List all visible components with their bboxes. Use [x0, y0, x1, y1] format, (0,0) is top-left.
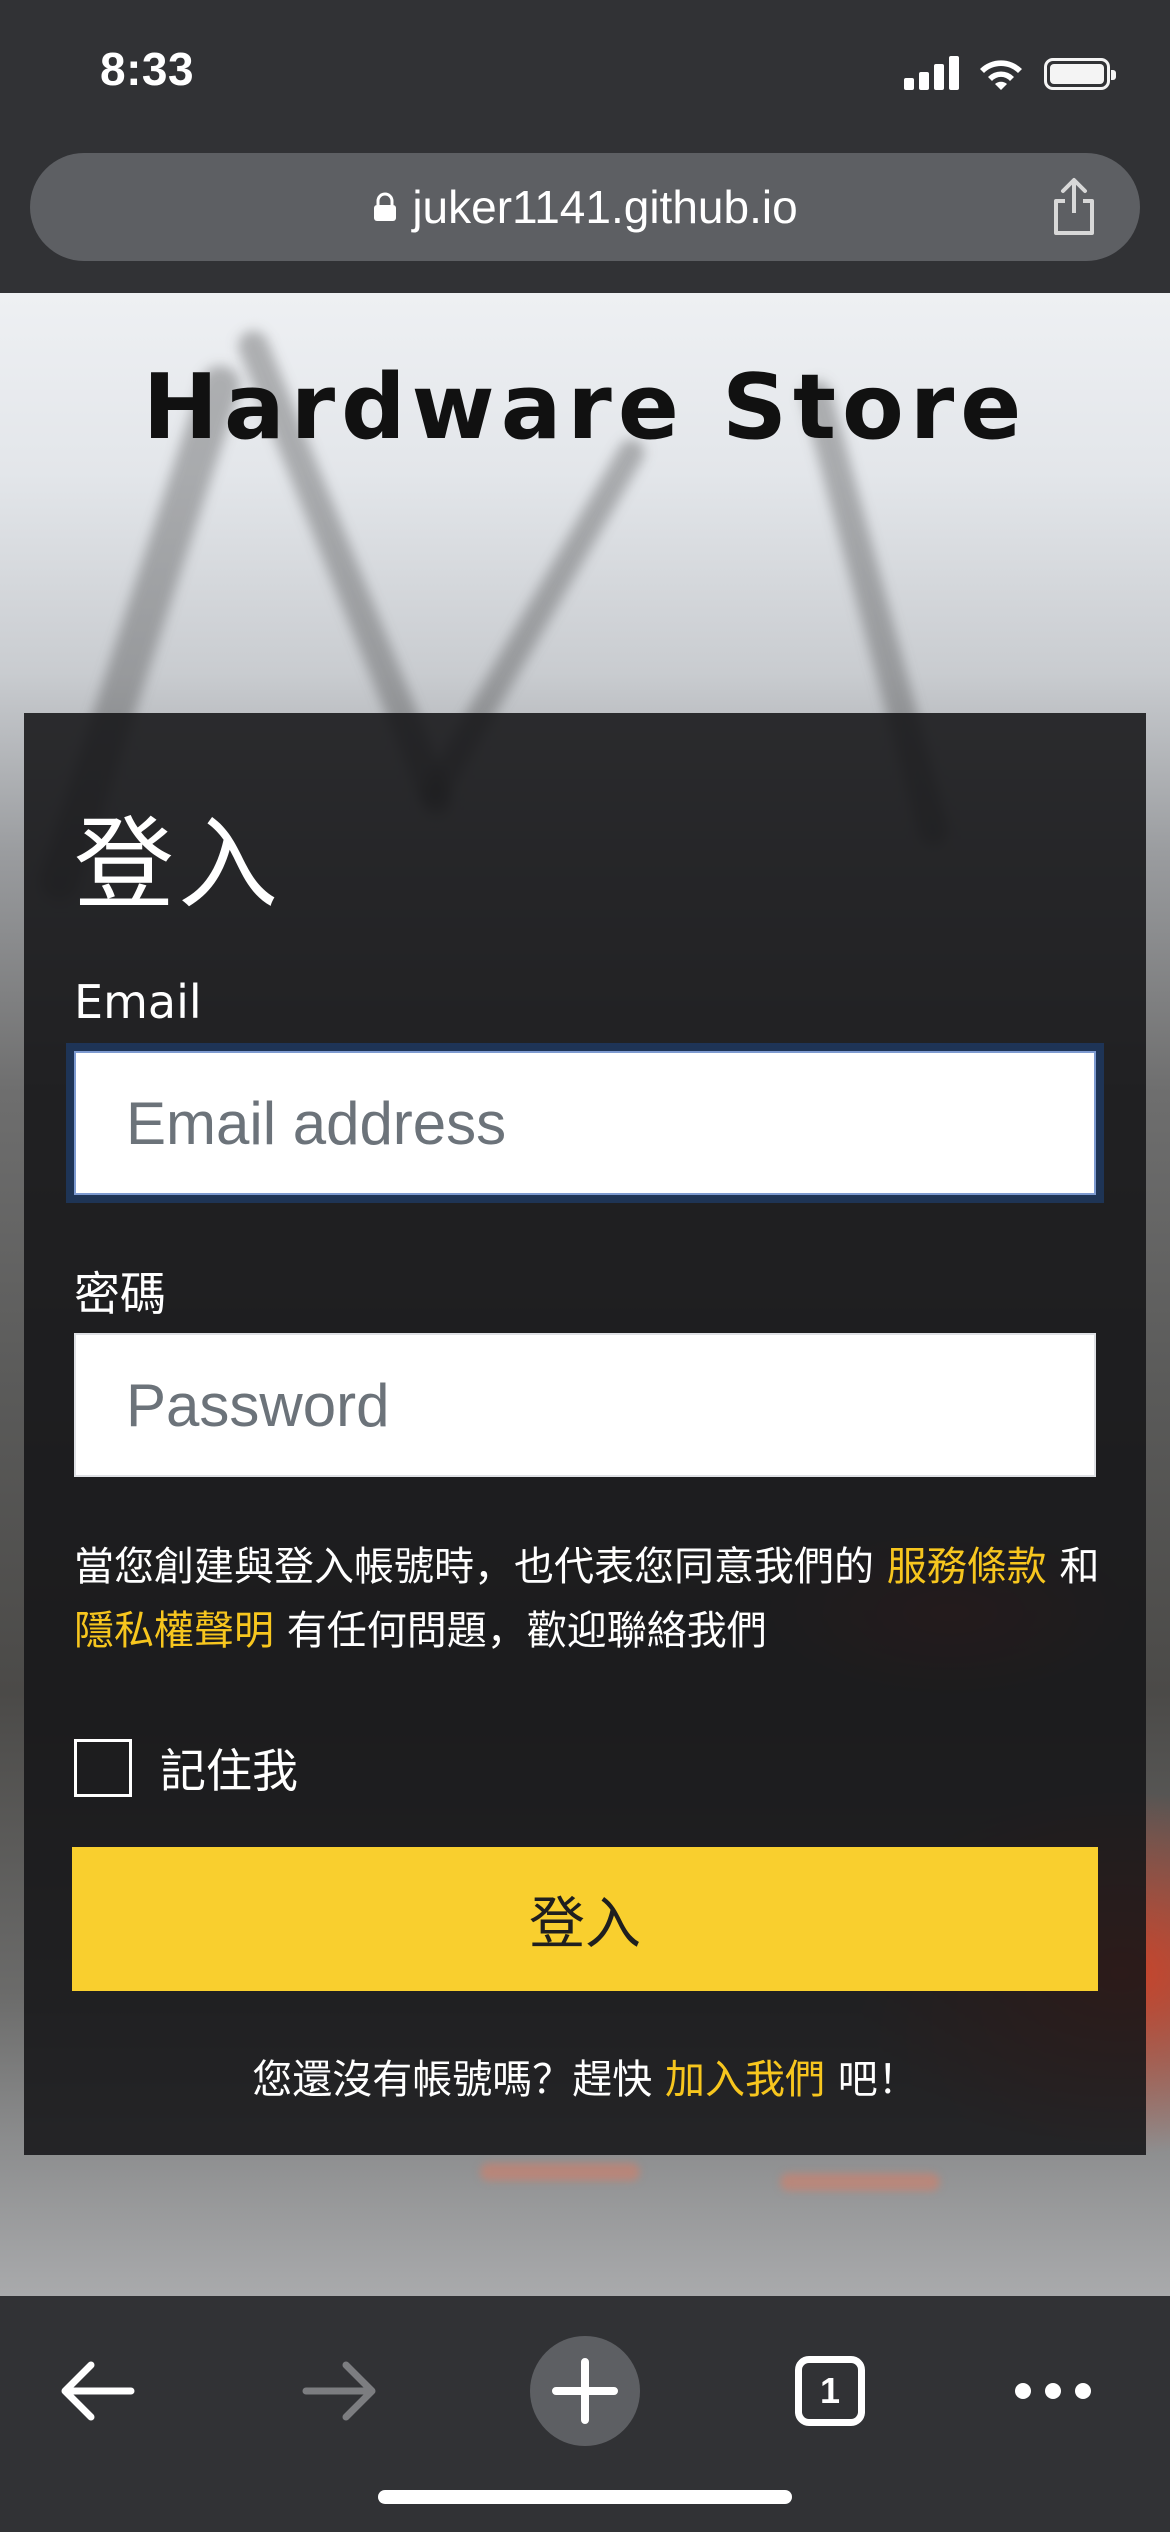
login-title: 登入: [74, 806, 282, 923]
background-photo-stripe: [780, 2173, 940, 2191]
email-input[interactable]: [74, 1051, 1096, 1195]
back-button[interactable]: [32, 2326, 162, 2456]
tabs-icon: 1: [795, 2356, 865, 2426]
status-icons: [904, 54, 1116, 94]
plus-icon: [552, 2358, 618, 2424]
site-title: Hardware Store: [142, 355, 1028, 460]
remember-me-label[interactable]: 記住我: [160, 1735, 298, 1801]
email-label: Email: [74, 975, 202, 1029]
remember-me-row[interactable]: 記住我: [74, 1738, 298, 1798]
signup-prompt: 您還沒有帳號嗎？趕快 加入我們 吧！: [24, 2047, 1146, 2105]
lock-icon: [374, 192, 397, 221]
privacy-policy-link[interactable]: 隱私權聲明: [74, 1608, 274, 1654]
tabs-button[interactable]: 1: [765, 2326, 895, 2456]
web-page: Hardware Store 登入 Email 密碼 當您創建與登入帳號時，也代…: [0, 293, 1170, 2296]
battery-icon: [1044, 58, 1116, 90]
background-photo-stripe: [480, 2163, 640, 2181]
signup-suffix: 吧！: [837, 2057, 918, 2103]
share-icon[interactable]: [1048, 177, 1100, 237]
terms-suffix: 有任何問題，歡迎聯絡我們: [286, 1608, 767, 1654]
new-tab-circle: [530, 2336, 640, 2446]
terms-prefix: 當您創建與登入帳號時，也代表您同意我們的: [74, 1544, 874, 1590]
password-input[interactable]: [74, 1333, 1096, 1477]
wifi-icon: [980, 60, 1022, 90]
new-tab-button[interactable]: [520, 2326, 650, 2456]
status-time: 8:33: [100, 43, 195, 95]
signup-link[interactable]: 加入我們: [665, 2057, 825, 2103]
home-indicator[interactable]: [378, 2490, 792, 2504]
address-bar[interactable]: juker1141.github.io: [30, 153, 1140, 261]
signup-prefix: 您還沒有帳號嗎？趕快: [252, 2057, 653, 2103]
login-card: 登入 Email 密碼 當您創建與登入帳號時，也代表您同意我們的 服務條款 和 …: [24, 713, 1146, 2155]
password-label: 密碼: [74, 1267, 166, 1321]
terms-notice: 當您創建與登入帳號時，也代表您同意我們的 服務條款 和 隱私權聲明 有任何問題，…: [74, 1535, 1114, 1663]
remember-me-checkbox[interactable]: [74, 1739, 132, 1797]
forward-arrow-icon: [302, 2361, 376, 2421]
more-icon: [1015, 2383, 1091, 2399]
forward-button[interactable]: [275, 2326, 405, 2456]
back-arrow-icon: [61, 2361, 135, 2421]
login-button[interactable]: 登入: [72, 1847, 1098, 1991]
status-bar: 8:33: [0, 0, 1170, 145]
url-text: juker1141.github.io: [412, 181, 798, 233]
terms-and: 和: [1059, 1544, 1100, 1590]
more-button[interactable]: [988, 2326, 1118, 2456]
signal-icon: [904, 54, 960, 94]
terms-of-service-link[interactable]: 服務條款: [887, 1544, 1047, 1590]
